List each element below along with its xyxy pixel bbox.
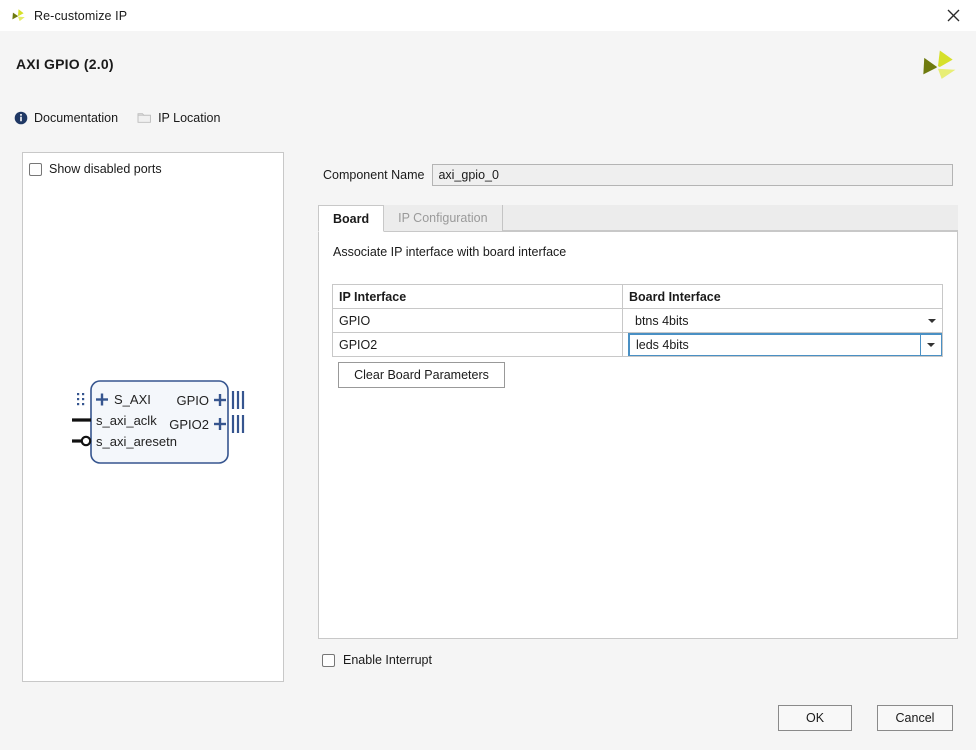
bus-stub: [231, 415, 245, 433]
chevron-down-icon[interactable]: [922, 310, 942, 332]
tab-board-label: Board: [333, 211, 370, 226]
ok-button[interactable]: OK: [778, 705, 852, 731]
board-tab-content: Associate IP interface with board interf…: [318, 232, 958, 639]
documentation-link-label: Documentation: [34, 110, 119, 125]
dialog-link-bar: Documentation IP Location: [0, 101, 976, 134]
tab-ip-configuration-label: IP Configuration: [398, 211, 488, 225]
board-interface-table: IP Interface Board Interface GPIO btns 4…: [332, 284, 943, 357]
cell-board-interface: btns 4bits: [622, 308, 943, 333]
close-icon[interactable]: [930, 0, 976, 31]
xilinx-logo-icon: [923, 50, 956, 79]
associate-interface-label: Associate IP interface with board interf…: [333, 245, 567, 259]
table-row: GPIO btns 4bits: [332, 308, 943, 333]
checkbox-box: [29, 162, 42, 176]
page-title: AXI GPIO (2.0): [16, 56, 114, 72]
tab-strip: Board IP Configuration: [318, 205, 958, 232]
checkbox-box: [322, 653, 335, 667]
column-header-board-interface: Board Interface: [622, 284, 943, 309]
documentation-link[interactable]: Documentation: [14, 111, 118, 125]
tab-ip-configuration[interactable]: IP Configuration: [384, 205, 503, 231]
cell-board-interface: leds 4bits: [622, 332, 943, 357]
tab-strip-filler: [502, 205, 958, 231]
ip-config-panel: Board IP Configuration Associate IP inte…: [318, 205, 958, 639]
bus-stub: [231, 391, 245, 409]
enable-interrupt-checkbox[interactable]: Enable Interrupt: [322, 653, 432, 667]
ip-block-symbol: S_AXI s_axi_aclk s_axi_aresetn GPIO GPIO…: [57, 375, 277, 475]
table-header-row: IP Interface Board Interface: [332, 284, 943, 309]
info-icon: [14, 111, 28, 124]
component-name-input[interactable]: [432, 164, 953, 186]
board-interface-dropdown-gpio2[interactable]: leds 4bits: [628, 333, 942, 356]
column-header-ip-interface: IP Interface: [332, 284, 623, 309]
cell-ip-interface: GPIO2: [332, 332, 623, 357]
dialog-header: AXI GPIO (2.0): [0, 31, 976, 101]
svg-text:s_axi_aresetn: s_axi_aresetn: [96, 434, 177, 449]
show-disabled-ports-label: Show disabled ports: [49, 162, 162, 176]
component-name-label: Component Name: [323, 168, 425, 182]
cell-ip-interface: GPIO: [332, 308, 623, 333]
ip-location-link[interactable]: IP Location: [137, 111, 220, 125]
window-title: Re-customize IP: [34, 8, 128, 23]
xilinx-logo-icon: [12, 8, 25, 21]
chevron-down-icon[interactable]: [920, 334, 941, 355]
ip-symbol-preview-panel: Show disabled ports S_AXI s_axi_aclk s_a…: [22, 152, 284, 682]
enable-interrupt-label: Enable Interrupt: [343, 653, 432, 667]
board-interface-dropdown-gpio2-value: leds 4bits: [636, 337, 689, 352]
board-interface-dropdown-gpio[interactable]: btns 4bits: [629, 309, 942, 332]
ip-location-link-label: IP Location: [158, 110, 221, 125]
table-row: GPIO2 leds 4bits: [332, 332, 943, 357]
cancel-button[interactable]: Cancel: [877, 705, 953, 731]
clear-board-parameters-button[interactable]: Clear Board Parameters: [338, 362, 505, 388]
svg-text:GPIO2: GPIO2: [169, 417, 209, 432]
component-name-row: Component Name: [323, 164, 953, 186]
board-interface-dropdown-gpio-value: btns 4bits: [635, 313, 689, 328]
window-title-bar: Re-customize IP: [0, 0, 976, 32]
svg-text:s_axi_aclk: s_axi_aclk: [96, 413, 157, 428]
show-disabled-ports-checkbox[interactable]: Show disabled ports: [29, 162, 162, 176]
tab-board[interactable]: Board: [318, 205, 385, 232]
folder-icon: [137, 113, 151, 123]
svg-text:S_AXI: S_AXI: [114, 392, 151, 407]
svg-text:GPIO: GPIO: [176, 393, 209, 408]
bus-interface-marker: [77, 393, 85, 406]
